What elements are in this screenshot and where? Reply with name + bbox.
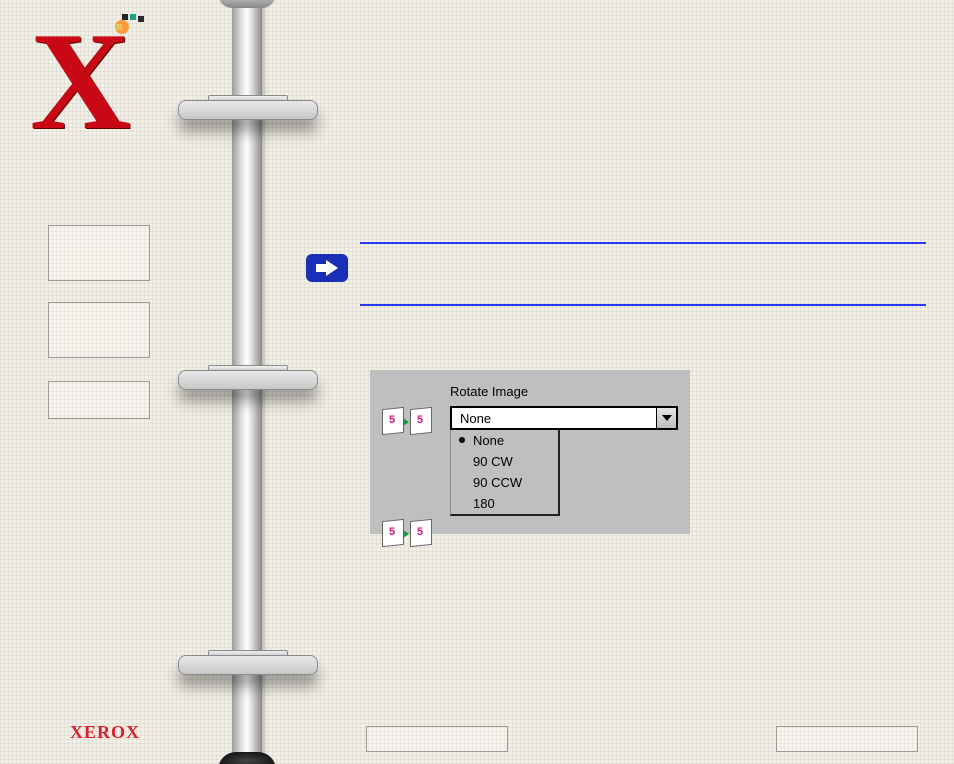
footer-button[interactable]: [366, 726, 508, 752]
rotate-image-panel: Rotate Image 5 5 None None 90 CW 90 CCW …: [370, 370, 690, 534]
rotate-pages-icon: 5 5: [380, 518, 436, 548]
section-divider: [360, 304, 926, 306]
binder-spine-cap-top: [218, 0, 276, 8]
section-divider: [360, 242, 926, 244]
dropdown-option[interactable]: None: [451, 430, 558, 451]
binder-spine-cap-bottom: [218, 752, 276, 764]
dropdown-option[interactable]: 90 CW: [451, 451, 558, 472]
dropdown-option[interactable]: 90 CCW: [451, 472, 558, 493]
arrow-right-small-icon: [403, 418, 409, 426]
binder-tab[interactable]: [178, 655, 318, 703]
rotate-image-label: Rotate Image: [450, 384, 528, 399]
binder-tab[interactable]: [178, 100, 318, 148]
arrow-right-small-icon: [403, 530, 409, 538]
chevron-down-icon: [662, 415, 672, 421]
binder-tab[interactable]: [178, 370, 318, 418]
nav-button[interactable]: [48, 302, 150, 358]
page-root: X Rotate Image 5 5 None: [0, 0, 954, 764]
arrow-right-icon: [306, 254, 348, 282]
rotate-image-dropdown[interactable]: None: [450, 406, 678, 430]
nav-button[interactable]: [48, 225, 150, 281]
xerox-x-logo: X: [30, 12, 123, 152]
rotate-image-selected-value: None: [460, 411, 491, 426]
nav-button[interactable]: [48, 381, 150, 419]
footer-button[interactable]: [776, 726, 918, 752]
xerox-wordmark: XEROX: [70, 722, 140, 743]
rotate-pages-icon: 5 5: [380, 406, 436, 436]
rotate-image-dropdown-list[interactable]: None 90 CW 90 CCW 180: [450, 430, 560, 516]
dropdown-toggle-button[interactable]: [656, 408, 676, 428]
dropdown-option[interactable]: 180: [451, 493, 558, 514]
